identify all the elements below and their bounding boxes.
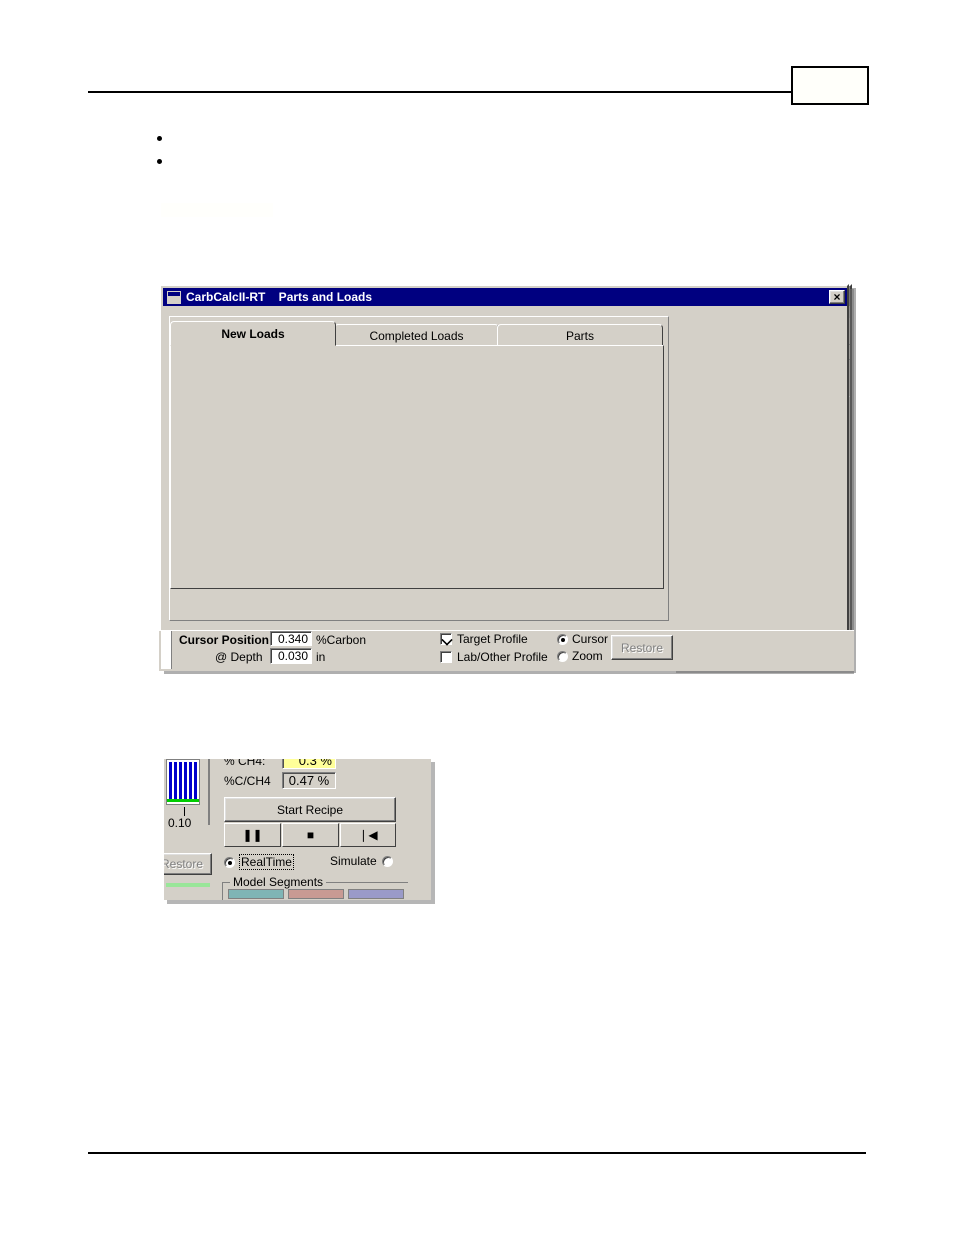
cursor-radio-label: Cursor xyxy=(572,632,609,646)
readout-label: %C/CH4 xyxy=(224,773,271,788)
depth-value[interactable]: 0.030 xyxy=(270,648,312,664)
chart-bar xyxy=(174,762,177,800)
chart-bar xyxy=(189,762,192,800)
cursor-radio-row[interactable]: Cursor xyxy=(557,632,608,646)
chart-scale-label: 0.10 xyxy=(168,816,192,830)
realtime-radio[interactable] xyxy=(224,856,235,868)
cursor-radio[interactable] xyxy=(557,633,568,645)
model-segment[interactable] xyxy=(228,889,284,899)
dialog-titlebar[interactable]: CarbCalcII-RT Parts and Loads × xyxy=(163,288,847,306)
fragment-2-window: 0.10 Restore % CH4: 0.3 % %C/CH4 0.47 % … xyxy=(163,758,431,900)
zoom-radio[interactable] xyxy=(557,650,568,662)
target-profile-row[interactable]: Target Profile xyxy=(440,632,528,646)
redacted-text-line xyxy=(161,203,273,217)
new-loads-tab-page xyxy=(170,345,664,589)
target-profile-label: Target Profile xyxy=(457,632,528,646)
chart-bar xyxy=(194,762,197,800)
dialog-title: CarbCalcII-RT Parts and Loads xyxy=(186,290,373,304)
cursor-position-label: Cursor Position: xyxy=(179,633,274,647)
readout-row: % CH4: 0.3 % xyxy=(224,758,336,769)
lab-other-profile-checkbox[interactable] xyxy=(440,651,452,663)
chart-baseline xyxy=(167,799,199,802)
model-segment[interactable] xyxy=(348,889,404,899)
pause-button[interactable]: ❚❚ xyxy=(224,823,281,847)
lab-other-profile-row[interactable]: Lab/Other Profile xyxy=(440,650,548,664)
tab-completed-loads[interactable]: Completed Loads xyxy=(334,324,499,346)
bullet-point-1 xyxy=(157,136,162,141)
fragment-restore-button[interactable]: Restore xyxy=(164,853,212,875)
lab-other-profile-label: Lab/Other Profile xyxy=(457,650,548,664)
simulate-radio[interactable] xyxy=(381,855,393,867)
status-left-gutter xyxy=(161,631,172,669)
model-segments-title: Model Segments xyxy=(230,875,327,889)
parts-and-loads-dialog: CarbCalcII-RT Parts and Loads × Complete… xyxy=(159,284,849,669)
app-window-icon xyxy=(166,289,182,305)
dialog-close-button[interactable]: × xyxy=(829,290,845,304)
chart-axis-tick xyxy=(184,807,185,816)
page-header-box xyxy=(791,66,869,105)
tab-parts[interactable]: Parts xyxy=(497,324,663,346)
zoom-radio-row[interactable]: Zoom xyxy=(557,649,603,663)
model-segment[interactable] xyxy=(288,889,344,899)
readout-value: 0.3 % xyxy=(282,759,336,769)
simulate-radio-group[interactable]: Simulate xyxy=(330,854,393,868)
realtime-label: RealTime xyxy=(239,854,294,870)
target-profile-checkbox[interactable] xyxy=(440,633,453,646)
realtime-radio-group[interactable]: RealTime xyxy=(224,854,294,870)
start-recipe-button[interactable]: Start Recipe xyxy=(224,797,396,822)
cursor-position-value: 0.340 xyxy=(270,631,312,646)
bullet-point-2 xyxy=(157,159,162,164)
stop-button[interactable]: ■ xyxy=(282,823,339,847)
readout-label: % CH4: xyxy=(224,758,266,768)
status-strip: Cursor Position: 0.340 %Carbon @ Depth 0… xyxy=(159,630,854,671)
model-segment-list xyxy=(228,889,404,899)
cursor-position-unit: %Carbon xyxy=(316,633,367,647)
chart-bar xyxy=(179,762,182,800)
depth-label: @ Depth xyxy=(215,650,263,664)
chart-footer-band xyxy=(166,883,210,887)
chart-bar xyxy=(184,762,187,800)
panel-divider xyxy=(208,759,210,825)
tab-new-loads[interactable]: New Loads xyxy=(170,321,336,346)
page-header-rule xyxy=(88,91,793,93)
rewind-button[interactable]: ❘◀ xyxy=(340,823,396,847)
fragment-readout-panel: % CH4: 0.3 % %C/CH4 0.47 % Start Recipe … xyxy=(220,759,430,900)
simulate-label: Simulate xyxy=(330,854,377,868)
page-footer-rule xyxy=(88,1152,866,1154)
zoom-radio-label: Zoom xyxy=(572,649,603,663)
readout-value: 0.47 % xyxy=(282,772,336,789)
depth-unit: in xyxy=(316,650,326,664)
mini-bar-chart xyxy=(166,759,200,805)
chart-bar xyxy=(169,762,172,800)
restore-button[interactable]: Restore xyxy=(611,635,673,660)
readout-row: %C/CH4 0.47 % xyxy=(224,772,336,789)
